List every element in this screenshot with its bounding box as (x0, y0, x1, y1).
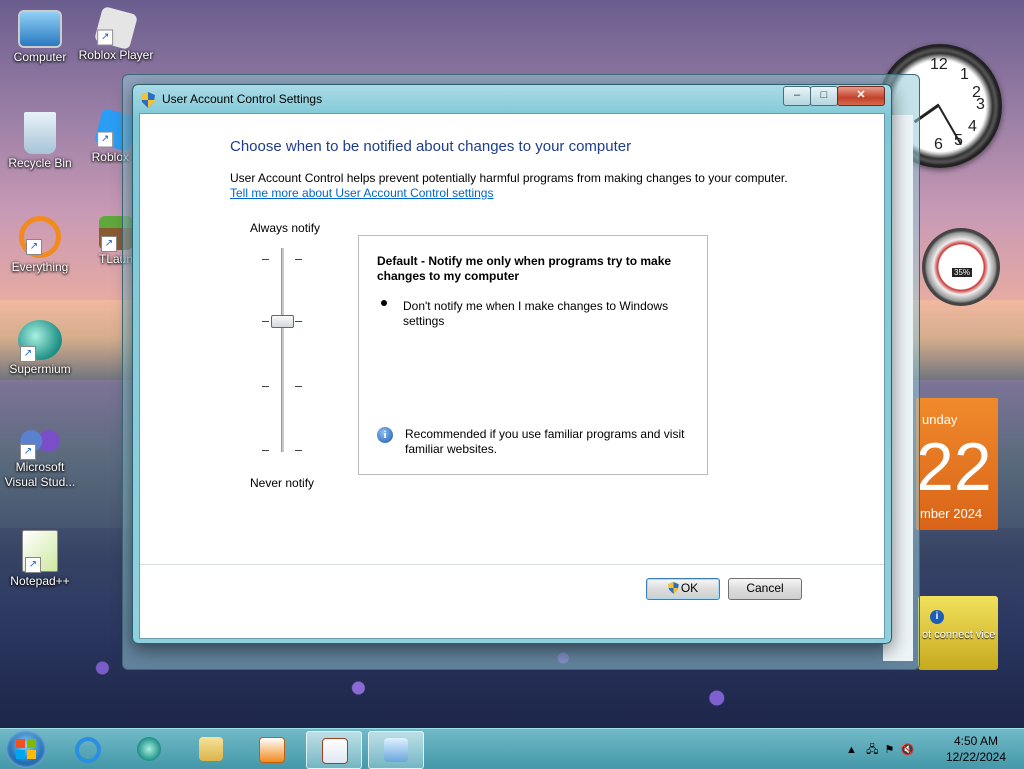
level-description-panel: Default - Notify me only when programs t… (358, 235, 708, 475)
start-button[interactable] (6, 730, 46, 768)
taskbar-control-panel[interactable] (368, 731, 424, 769)
slider-track[interactable] (281, 248, 284, 452)
desktop-icon-supermium[interactable]: ↗ Supermium (2, 320, 78, 377)
info-icon: i (930, 610, 944, 624)
clock-number: 12 (930, 56, 948, 73)
desktop-icon-notepad-plus-plus[interactable]: ↗ Notepad++ (2, 530, 78, 589)
weather-message: ot connect vice (922, 629, 996, 641)
desktop-icon-everything[interactable]: ↗ Everything (2, 216, 78, 275)
slider-tick (295, 321, 302, 322)
minimize-button[interactable]: ‒ (783, 86, 811, 106)
shortcut-arrow-icon: ↗ (20, 346, 36, 362)
shortcut-arrow-icon: ↗ (20, 444, 36, 460)
level-title: Default - Notify me only when programs t… (377, 254, 672, 283)
volume-muted-icon[interactable]: 🔇 (900, 744, 914, 756)
slider-top-label: Always notify (250, 221, 321, 235)
close-button[interactable]: ✕ (837, 86, 885, 106)
title-bar[interactable]: User Account Control Settings ‒ □ ✕ (133, 85, 891, 113)
shortcut-arrow-icon: ↗ (101, 236, 117, 252)
windows-logo-icon (16, 739, 36, 759)
calendar-gadget[interactable]: unday 22 mber 2024 (916, 398, 998, 530)
window-title: User Account Control Settings (162, 92, 323, 106)
cpu-meter-percent: 35% (952, 268, 973, 277)
taskbar: ▲ 🖧 ⚑ 🔇 4:50 AM 12/22/2024 (0, 728, 1024, 769)
uac-shield-icon (668, 582, 679, 594)
internet-explorer-icon (75, 737, 101, 763)
system-tray: ▲ 🖧 ⚑ 🔇 (846, 741, 914, 760)
maximize-button[interactable]: □ (810, 86, 838, 106)
computer-icon (18, 10, 62, 48)
recommendation-text: Recommended if you use familiar programs… (405, 427, 685, 456)
ok-button[interactable]: OK (646, 578, 720, 600)
desktop-icon-recycle-bin[interactable]: Recycle Bin (2, 112, 78, 171)
taskbar-clock[interactable]: 4:50 AM 12/22/2024 (940, 733, 1012, 765)
description-text: User Account Control helps prevent poten… (230, 171, 788, 185)
divider (140, 564, 884, 565)
shortcut-arrow-icon: ↗ (97, 29, 114, 46)
taskbar-file-explorer[interactable] (184, 731, 238, 767)
visual-studio-icon: ↗ (18, 424, 62, 460)
cancel-button[interactable]: Cancel (728, 578, 802, 600)
network-icon[interactable]: 🖧 (866, 744, 878, 756)
calendar-month: mber 2024 (920, 506, 983, 521)
clock-number: 3 (976, 96, 985, 113)
recycle-bin-icon (24, 112, 56, 154)
everything-search-icon: ↗ (19, 216, 61, 258)
info-icon: i (377, 427, 393, 443)
desktop-icon-label: Supermium (9, 362, 71, 376)
level-detail: Don't notify me when I make changes to W… (403, 299, 669, 328)
slider-tick (295, 450, 302, 451)
supermium-browser-icon (137, 737, 161, 761)
slider-tick (262, 321, 269, 322)
clock-number: 6 (934, 136, 943, 153)
cpu-meter-gadget[interactable]: 35% (922, 228, 1000, 306)
desktop-icon-label: Notepad++ (10, 574, 70, 588)
supermium-browser-icon: ↗ (18, 320, 62, 362)
desktop-icon-label: Recycle Bin (8, 156, 72, 170)
slider-thumb[interactable] (271, 315, 294, 328)
slider-tick (262, 450, 269, 451)
desktop-icon-label: Computer (13, 50, 67, 64)
desktop-icon-label: Roblox Player (78, 48, 154, 62)
learn-more-link[interactable]: Tell me more about User Account Control … (230, 186, 493, 200)
calendar-day: unday (922, 412, 958, 427)
media-player-icon (259, 737, 285, 763)
notepad-plus-plus-icon: ↗ (22, 530, 58, 573)
roblox-icon: ↗ (93, 5, 139, 51)
desktop-icon-roblox-player[interactable]: ↗ Roblox Player (78, 5, 154, 63)
taskbar-media-player[interactable] (244, 731, 298, 767)
clock-number: 1 (960, 66, 969, 83)
uac-shield-icon (141, 92, 155, 108)
desktop-icon-label: Everything (11, 260, 69, 274)
shortcut-arrow-icon: ↗ (97, 131, 114, 148)
slider-tick (262, 386, 269, 387)
taskbar-java[interactable] (306, 731, 362, 769)
desktop-icon-label: Microsoft Visual Stud... (4, 460, 76, 489)
java-icon (322, 738, 348, 764)
control-panel-icon (384, 738, 408, 762)
shortcut-arrow-icon: ↗ (26, 239, 42, 255)
bullet-icon (381, 300, 387, 306)
uac-settings-dialog: User Account Control Settings ‒ □ ✕ Choo… (132, 84, 892, 644)
taskbar-internet-explorer[interactable] (60, 731, 114, 767)
clock-number: 4 (968, 118, 977, 135)
slider-tick (262, 259, 269, 260)
desktop-icon-computer[interactable]: Computer (2, 10, 78, 65)
slider-tick (295, 259, 302, 260)
taskbar-time: 4:50 AM (953, 734, 999, 748)
slider-bottom-label: Never notify (250, 476, 315, 490)
desktop-icon-visual-studio[interactable]: ↗ Microsoft Visual Stud... (2, 424, 78, 490)
dialog-content: Choose when to be notified about changes… (139, 113, 885, 639)
weather-gadget[interactable]: i ot connect vice (918, 596, 998, 670)
shortcut-arrow-icon: ↗ (25, 557, 41, 573)
taskbar-date: 12/22/2024 (945, 750, 1007, 764)
slider-tick (295, 386, 302, 387)
calendar-date: 22 (916, 429, 992, 505)
show-hidden-icons-icon[interactable]: ▲ (846, 744, 857, 756)
page-heading: Choose when to be notified about changes… (230, 138, 632, 155)
action-center-flag-icon[interactable]: ⚑ (884, 744, 894, 756)
folder-icon (199, 737, 223, 761)
ok-button-label: OK (680, 581, 699, 595)
taskbar-supermium[interactable] (122, 731, 176, 767)
